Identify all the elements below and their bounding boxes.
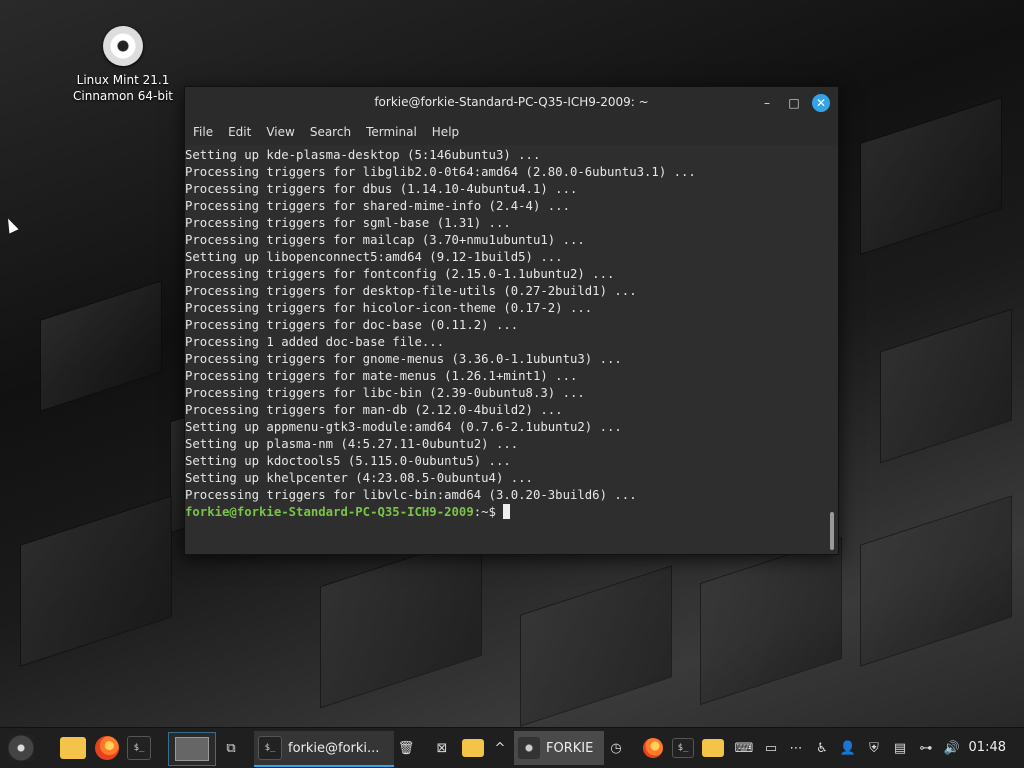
more-applet[interactable]: ⋯ [786,732,806,764]
close-button[interactable]: ✕ [812,94,830,112]
update-applet[interactable]: ⛨ [864,732,884,764]
terminal-line: Processing triggers for sgml-base (1.31)… [185,216,511,230]
terminal-scrollbar[interactable] [830,512,834,550]
window-title: forkie@forkie-Standard-PC-Q35-ICH9-2009:… [374,95,649,109]
desktop-icon-label-line1: Linux Mint 21.1 [76,73,170,87]
clock-time[interactable]: 01:48 [969,740,1006,755]
terminal-line: Processing triggers for gnome-menus (3.3… [185,352,622,366]
notes-icon: ▤ [893,740,907,756]
terminal-launcher[interactable]: $_ [124,732,154,764]
terminal-icon: $_ [127,736,151,760]
terminal-line: Setting up plasma-nm (4:5.27.11-0ubuntu2… [185,437,519,451]
workspace-switcher[interactable] [168,732,216,766]
prompt-path: :~$ [473,505,504,519]
chevron-up-icon: ^ [494,740,506,756]
notes-applet[interactable]: ▤ [890,732,910,764]
menu-search[interactable]: Search [310,125,351,139]
text-cursor [503,504,511,519]
folder-icon [60,737,86,759]
maximize-button[interactable]: □ [785,94,803,112]
terminal-line: Processing triggers for libvlc-bin:amd64… [185,488,637,502]
minimize-button[interactable]: – [758,94,776,112]
accessibility-icon: ♿ [816,740,828,756]
terminal-line: Processing triggers for fontconfig (2.15… [185,267,615,281]
disc-icon [103,26,143,66]
clock-icon: ◷ [610,740,622,756]
terminal-tray[interactable]: $_ [670,732,696,764]
menu-help[interactable]: Help [432,125,459,139]
terminal-line: Processing triggers for libc-bin (2.39-0… [185,386,585,400]
terminal-line: Setting up appmenu-gtk3-module:amd64 (0.… [185,420,622,434]
taskbar-terminal-task[interactable]: $_ forkie@forki... [254,731,394,767]
keyboard-icon: ⌨ [734,740,754,756]
terminal-line: Processing triggers for mate-menus (1.26… [185,369,578,383]
menu-view[interactable]: View [266,125,294,139]
terminal-icon: $_ [258,736,282,760]
menu-bar: File Edit View Search Terminal Help [185,119,838,145]
terminal-icon: $_ [672,738,694,758]
terminal-line: Processing triggers for doc-base (0.11.2… [185,318,519,332]
terminal-line: Processing triggers for hicolor-icon-the… [185,301,593,315]
files-applet[interactable] [460,732,486,764]
terminal-output[interactable]: Setting up kde-plasma-desktop (5:146ubun… [185,145,838,554]
volume-icon: 🔊 [943,740,961,756]
terminal-line: Processing 1 added doc-base file... [185,335,445,349]
more-icon: ⋯ [789,740,803,756]
folder-icon [462,739,484,757]
tray-expand-button[interactable]: ^ [490,732,510,764]
terminal-window[interactable]: forkie@forkie-Standard-PC-Q35-ICH9-2009:… [184,86,839,555]
accessibility-applet[interactable]: ♿ [812,732,832,764]
files-tray[interactable] [700,732,726,764]
terminal-line: Setting up kdoctools5 (5.115.0-0ubuntu5)… [185,454,511,468]
menu-launcher-button[interactable] [4,732,38,764]
terminal-line: Setting up kde-plasma-desktop (5:146ubun… [185,148,541,162]
network-applet[interactable]: ⊶ [916,732,936,764]
menu-edit[interactable]: Edit [228,125,251,139]
firefox-tray[interactable] [640,732,666,764]
terminal-line: Setting up khelpcenter (4:23.08.5-0ubunt… [185,471,533,485]
trash-icon: 🗑 [397,740,415,756]
desktop-icon-label-line2: Cinnamon 64-bit [73,89,173,103]
terminal-line: Setting up libopenconnect5:amd64 (9.12-1… [185,250,563,264]
menu-terminal[interactable]: Terminal [366,125,417,139]
terminal-line: Processing triggers for dbus (1.14.10-4u… [185,182,578,196]
shield-icon: ⛨ [869,740,879,756]
taskbar-panel: $_ ⧉ $_ forkie@forki... 🗑 ⊠ ^ FORKIE ◷ $… [0,727,1024,768]
network-icon: ⊶ [919,740,933,756]
terminal-line: Processing triggers for mailcap (3.70+nm… [185,233,585,247]
monitor-icon: ▭ [764,740,778,756]
firefox-launcher[interactable] [92,732,122,764]
user-applet[interactable]: 👤 [838,732,858,764]
prompt-user-host: forkie@forkie-Standard-PC-Q35-ICH9-2009 [185,505,474,519]
keyboard-applet[interactable]: ⌨ [734,732,754,764]
show-windows-button[interactable]: ⧉ [220,732,242,764]
window-titlebar[interactable]: forkie@forkie-Standard-PC-Q35-ICH9-2009:… [185,87,838,119]
x-applet[interactable]: ⊠ [432,732,452,764]
terminal-line: Processing triggers for shared-mime-info… [185,199,570,213]
folder-icon [702,739,724,757]
mint-menu-icon [8,735,34,761]
window-close-icon: ⊠ [436,740,448,756]
taskbar-forkie-task[interactable]: FORKIE [514,731,604,765]
firefox-icon [95,736,119,760]
workspace-thumbnail [175,737,209,761]
sound-applet[interactable]: 🔊 [942,732,962,764]
files-launcher[interactable] [58,732,88,764]
task-label: forkie@forki... [288,740,380,756]
terminal-line: Processing triggers for libglib2.0-0t64:… [185,165,696,179]
user-icon: 👤 [839,740,857,756]
terminal-prompt-line[interactable]: forkie@forkie-Standard-PC-Q35-ICH9-2009:… [185,504,838,521]
terminal-line: Processing triggers for desktop-file-uti… [185,284,637,298]
firefox-icon [643,738,663,758]
windows-overview-icon: ⧉ [226,740,236,756]
desktop-icon-install-disc[interactable]: Linux Mint 21.1 Cinnamon 64-bit [64,24,182,104]
task-label: FORKIE [546,740,594,756]
display-applet[interactable]: ▭ [760,732,782,764]
clock-applet-icon[interactable]: ◷ [606,732,626,764]
trash-applet[interactable]: 🗑 [396,732,416,764]
menu-file[interactable]: File [193,125,213,139]
app-icon [518,737,540,759]
terminal-line: Processing triggers for man-db (2.12.0-4… [185,403,563,417]
